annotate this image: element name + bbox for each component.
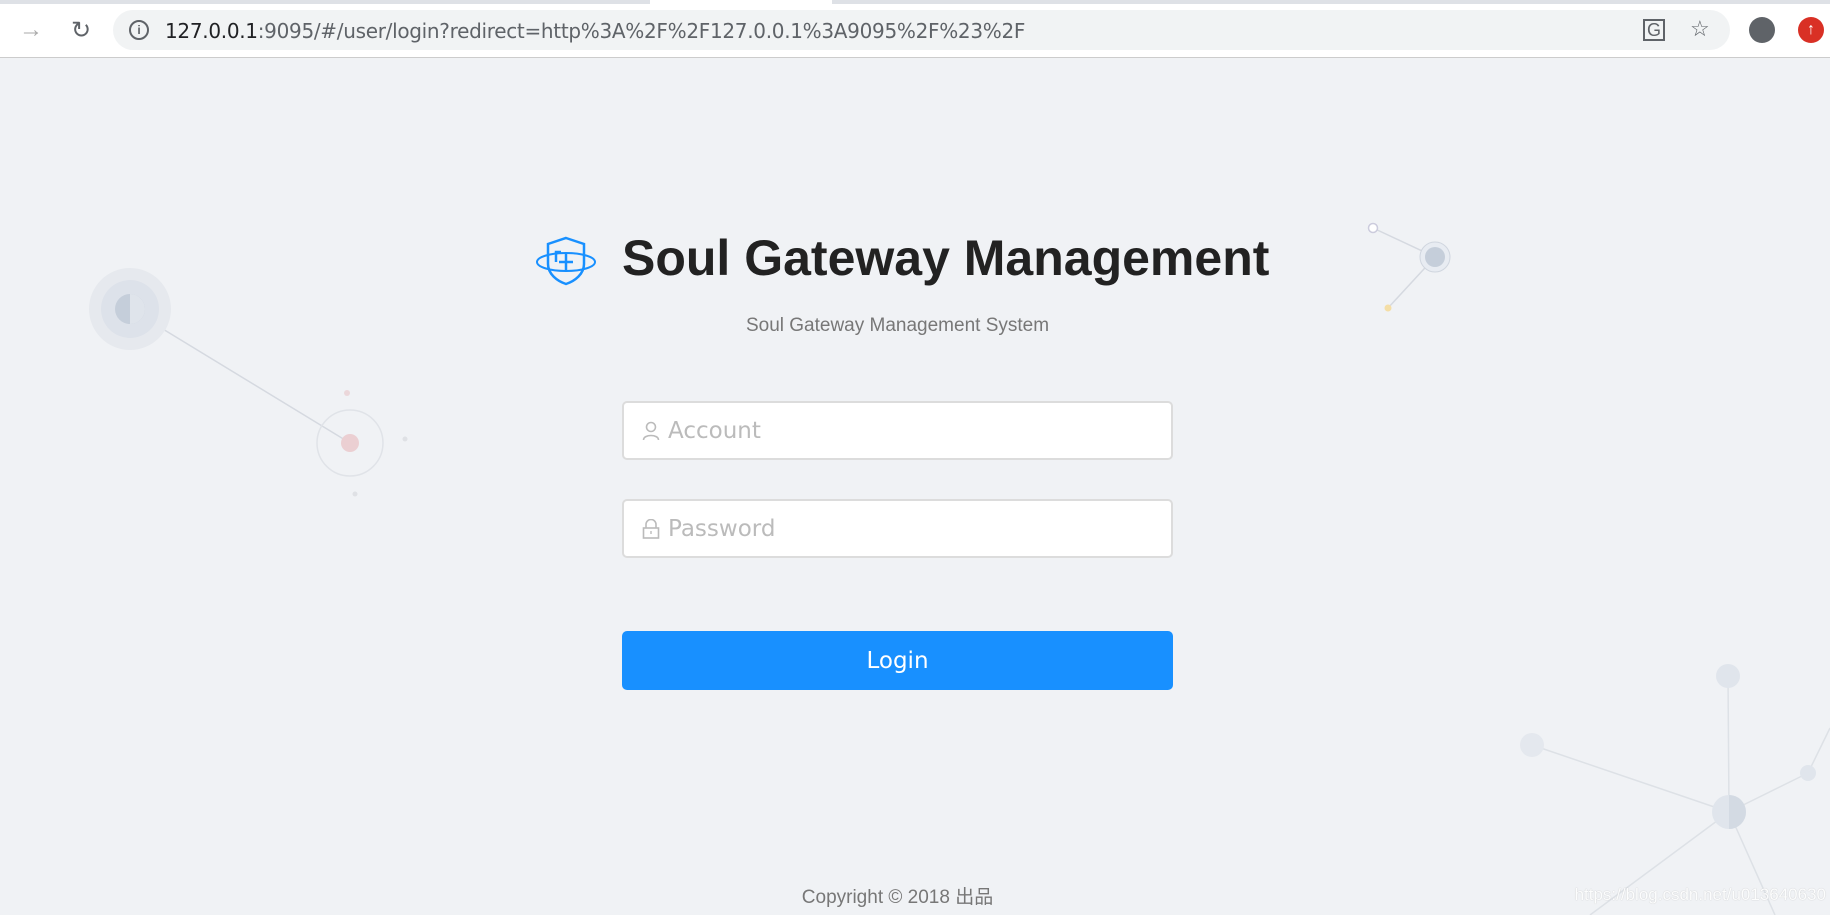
lock-icon (642, 519, 660, 539)
password-input[interactable] (668, 501, 1158, 556)
user-icon (642, 421, 660, 441)
shield-logo-icon (536, 236, 596, 286)
forward-icon[interactable]: → (16, 16, 46, 44)
address-bar[interactable]: i 127.0.0.1:9095/#/user/login?redirect=h… (113, 10, 1730, 50)
active-tab[interactable] (650, 0, 832, 4)
extension-icon[interactable]: ↑ (1798, 17, 1824, 43)
background-network-decoration (89, 222, 1830, 915)
translate-icon[interactable]: G (1643, 19, 1665, 41)
reload-icon[interactable]: ↻ (66, 16, 96, 45)
star-icon[interactable]: ☆ (1690, 16, 1710, 42)
login-button[interactable]: Login (622, 631, 1173, 690)
copyright-footer: Copyright © 2018 出品 (801, 887, 994, 908)
browser-toolbar: → ↻ i 127.0.0.1:9095/#/user/login?redire… (0, 0, 1830, 58)
url-text[interactable]: 127.0.0.1:9095/#/user/login?redirect=htt… (165, 19, 1025, 43)
left-node-cluster (89, 268, 408, 497)
page-subtitle: Soul Gateway Management System (745, 315, 1050, 336)
profile-icon[interactable] (1749, 17, 1775, 43)
tab-strip (0, 0, 1830, 4)
bottom-right-node-cluster (1520, 664, 1830, 915)
watermark: https://blog.csdn.net/u013640630 (1574, 885, 1826, 904)
password-field[interactable] (622, 499, 1173, 558)
info-icon[interactable]: i (129, 20, 149, 40)
page-title: Soul Gateway Management (622, 230, 1270, 286)
account-field[interactable] (622, 401, 1173, 460)
account-input[interactable] (668, 403, 1158, 458)
top-right-node-cluster (1367, 222, 1451, 312)
